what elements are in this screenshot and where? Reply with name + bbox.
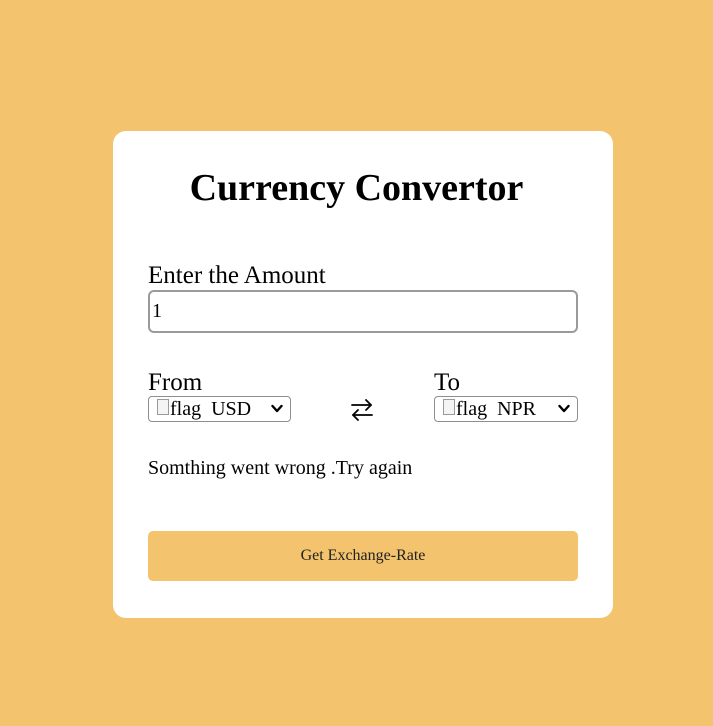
to-flag-alt: flag [456,398,488,420]
amount-label: Enter the Amount [148,262,326,289]
status-message: Somthing went wrong .Try again [148,457,413,479]
to-flag-image: flag [443,397,487,421]
to-currency-code: NPR [497,398,536,420]
from-currency-code: USD [211,398,252,420]
page-title: Currency Convertor [189,167,524,209]
chevron-down-icon [271,404,283,413]
broken-image-icon [443,399,455,415]
from-flag-alt: flag [170,398,202,420]
from-label: From [148,369,203,396]
to-currency-select[interactable]: flag NPR [434,396,578,422]
chevron-down-icon [558,404,570,413]
swap-arrows-icon[interactable] [350,397,374,423]
get-exchange-rate-button[interactable]: Get Exchange-Rate [148,531,578,581]
amount-input[interactable] [148,290,578,333]
from-currency-select[interactable]: flag USD [148,396,291,422]
to-label: To [434,369,461,396]
from-flag-image: flag [157,397,201,421]
broken-image-icon [157,399,169,415]
